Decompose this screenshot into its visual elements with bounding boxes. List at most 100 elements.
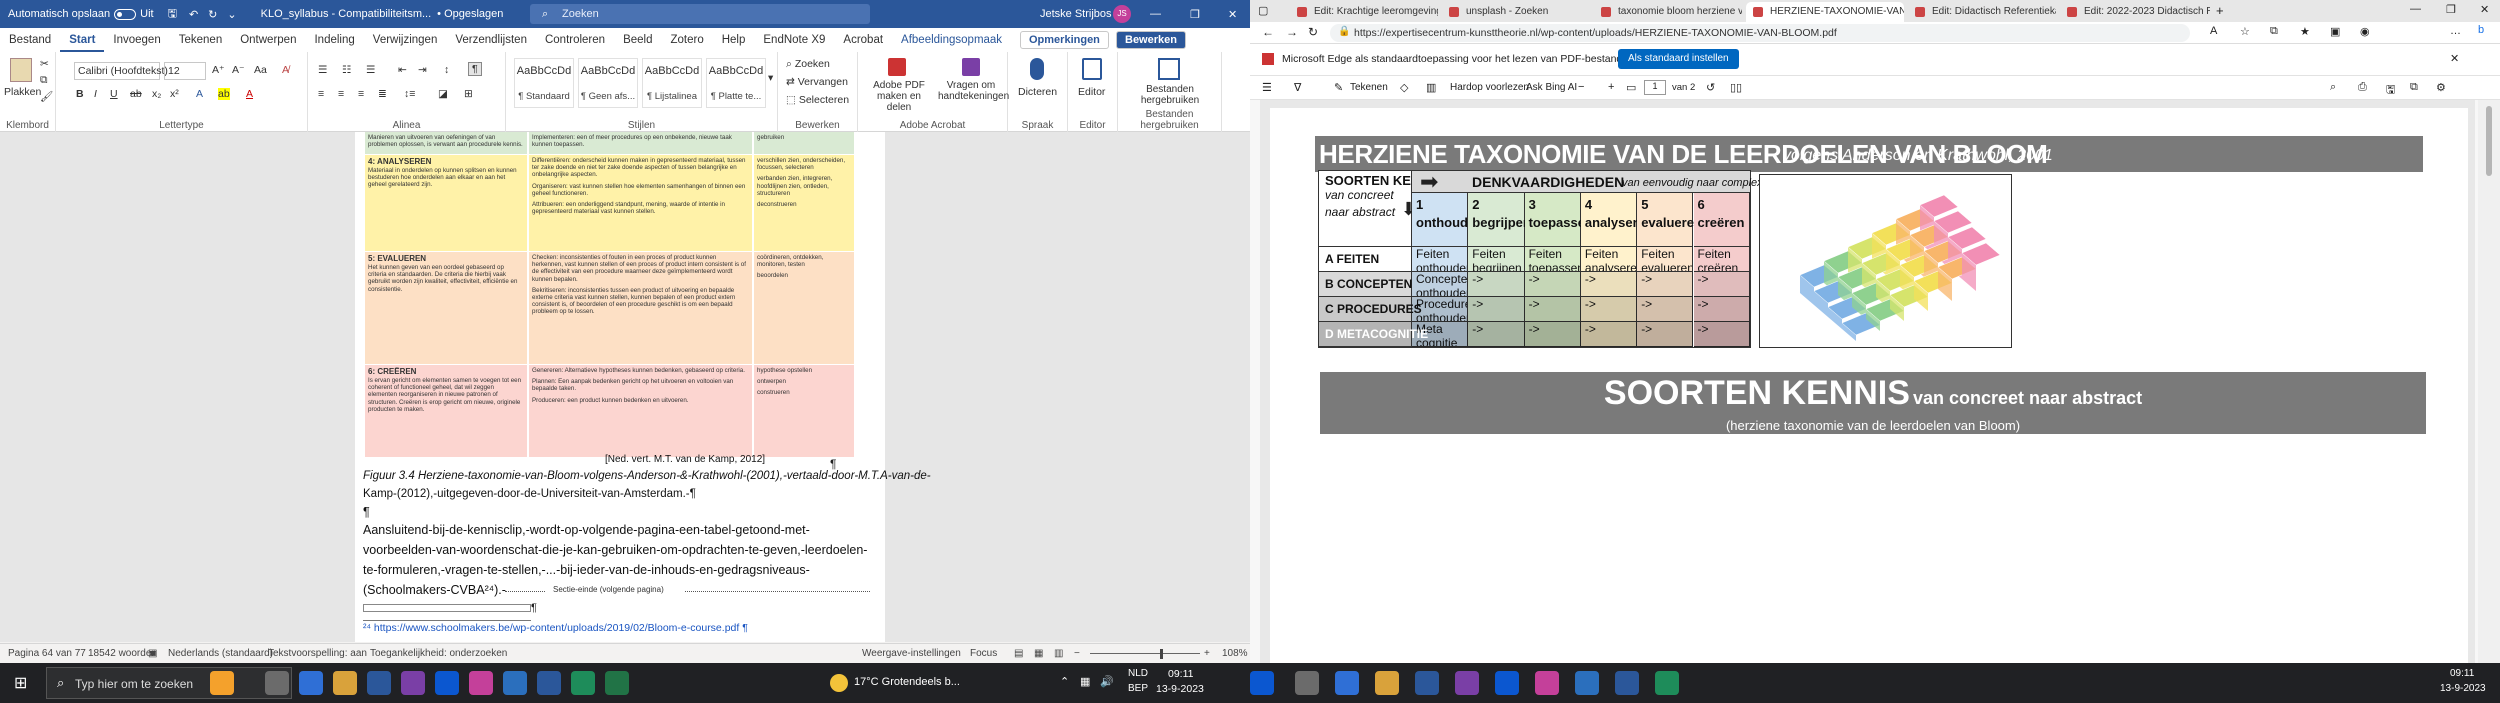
- zoom-in-icon[interactable]: +: [1608, 81, 1614, 93]
- clock-date-monitor2[interactable]: 13-9-2023: [2440, 683, 2486, 694]
- weather-icon[interactable]: [830, 674, 848, 692]
- display-settings[interactable]: Weergave-instellingen: [862, 648, 961, 659]
- customize-chevron-icon[interactable]: ⌄: [227, 8, 236, 21]
- pdf-viewer[interactable]: HERZIENE TAXONOMIE VAN DE LEERDOELEN VAN…: [1260, 100, 2475, 663]
- undo-icon[interactable]: ↶: [189, 8, 198, 21]
- replace-button[interactable]: ⇄ Vervangen: [786, 76, 848, 88]
- word-icon[interactable]: [537, 671, 561, 695]
- comments-button[interactable]: Opmerkingen: [1020, 31, 1109, 49]
- monitor2-start-icon[interactable]: [1250, 671, 1274, 695]
- search-input[interactable]: Zoeken: [530, 4, 870, 24]
- style-lijstalinea[interactable]: AaBbCcDd ¶ Lijstalinea: [642, 58, 702, 108]
- grow-font-icon[interactable]: A⁺: [212, 64, 225, 76]
- read-mode-icon[interactable]: ▤: [1014, 648, 1023, 659]
- app-icon[interactable]: [1535, 671, 1559, 695]
- strike-icon[interactable]: ab: [130, 88, 142, 100]
- autosave-toggle[interactable]: [114, 8, 137, 20]
- network-icon[interactable]: ▦: [1080, 675, 1090, 688]
- reuse-files-button[interactable]: Bestanden hergebruiken: [1130, 84, 1210, 106]
- file-explorer-icon[interactable]: [1375, 671, 1399, 695]
- word-icon[interactable]: [1615, 671, 1639, 695]
- collections-icon[interactable]: ▣: [2330, 25, 2340, 38]
- style-platte-tekst[interactable]: AaBbCcDd ¶ Platte te...: [706, 58, 766, 108]
- tab-invoegen[interactable]: Invoegen: [104, 28, 169, 52]
- tab-ontwerpen[interactable]: Ontwerpen: [231, 28, 305, 52]
- cut-icon[interactable]: ✂: [40, 58, 49, 70]
- read-aloud-icon[interactable]: A: [2210, 25, 2217, 37]
- tab-controleren[interactable]: Controleren: [536, 28, 614, 52]
- print-layout-icon[interactable]: ▦: [1034, 648, 1043, 659]
- search-icon[interactable]: ⌕: [2330, 81, 2336, 94]
- multilevel-icon[interactable]: ☰: [366, 64, 375, 76]
- page-count[interactable]: Pagina 64 van 77: [8, 648, 86, 659]
- banner-close-icon[interactable]: ✕: [2450, 52, 2459, 65]
- draw-icon[interactable]: ✎: [1334, 81, 1343, 94]
- zoom-thumb[interactable]: [1160, 649, 1163, 659]
- zoom-slider[interactable]: [1090, 653, 1200, 654]
- borders-icon[interactable]: ⊞: [464, 88, 473, 100]
- paste-button[interactable]: Plakken: [4, 86, 41, 98]
- select-button[interactable]: ⬚ Selecteren: [786, 94, 849, 106]
- browser-tab-5[interactable]: Edit: Didactisch Referentiekader: [1908, 2, 2056, 22]
- avatar[interactable]: JS: [1113, 5, 1131, 23]
- shrink-font-icon[interactable]: A⁻: [232, 64, 245, 76]
- minimize-icon[interactable]: —: [2410, 3, 2421, 15]
- clock-date[interactable]: 13-9-2023: [1156, 683, 1204, 695]
- paste-icon[interactable]: [10, 58, 32, 82]
- clock-time-monitor2[interactable]: 09:11: [2450, 668, 2474, 679]
- highlight-icon[interactable]: ∇: [1294, 81, 1301, 94]
- request-signatures-button[interactable]: Vragen om handtekeningen: [938, 80, 1009, 102]
- ask-ai-button[interactable]: Ask Bing AI: [1526, 82, 1577, 93]
- back-icon[interactable]: ←: [1262, 25, 1274, 39]
- tab-indeling[interactable]: Indeling: [305, 28, 363, 52]
- lock-icon[interactable]: 🔒: [1338, 26, 1350, 37]
- windows-start-icon[interactable]: ⊞: [14, 673, 27, 693]
- decrease-indent-icon[interactable]: ⇤: [398, 64, 407, 76]
- taskbar-search-input[interactable]: Typ hier om te zoeken: [75, 677, 193, 691]
- language-status[interactable]: Nederlands (standaard): [168, 648, 273, 659]
- tab-afbeeldingsopmaak[interactable]: Afbeeldingsopmaak: [892, 28, 1011, 52]
- profile-icon[interactable]: ◉: [2360, 25, 2370, 38]
- zoom-out-icon[interactable]: −: [1074, 648, 1080, 659]
- format-painter-icon[interactable]: 🖌: [40, 90, 53, 103]
- weather-text[interactable]: 17°C Grotendeels b...: [854, 676, 960, 688]
- tab-help[interactable]: Help: [713, 28, 755, 52]
- onenote-icon[interactable]: [401, 671, 425, 695]
- style-standaard[interactable]: AaBbCcDd ¶ Standaard: [514, 58, 574, 108]
- numbering-icon[interactable]: ☷: [342, 64, 351, 76]
- footnote-link[interactable]: ²⁴ https://www.schoolmakers.be/wp-conten…: [363, 622, 748, 634]
- zoom-in-icon[interactable]: +: [1204, 648, 1210, 659]
- maximize-icon[interactable]: ❐: [1190, 8, 1200, 21]
- dictate-button[interactable]: Dicteren: [1018, 86, 1057, 98]
- document-page[interactable]: Manieren van uitvoeren van oefeningen of…: [355, 132, 931, 642]
- tab-endnote[interactable]: EndNote X9: [754, 28, 834, 52]
- scroll-thumb[interactable]: [2486, 106, 2492, 176]
- browser-tab-3[interactable]: taxonomie bloom herziene versi...: [1594, 2, 1742, 22]
- outlook-icon[interactable]: [435, 671, 459, 695]
- fit-page-icon[interactable]: ▭: [1626, 81, 1636, 94]
- app-icon[interactable]: [469, 671, 493, 695]
- url-input[interactable]: https://expertisecentrum-kunsttheorie.nl…: [1330, 24, 2190, 42]
- read-aloud-button[interactable]: Hardop voorlezen: [1450, 82, 1529, 93]
- justify-icon[interactable]: ≣: [378, 88, 387, 100]
- align-left-icon[interactable]: ≡: [318, 88, 324, 100]
- bing-icon[interactable]: b: [2478, 24, 2484, 36]
- sort-icon[interactable]: ↕: [444, 64, 449, 76]
- task-view-icon[interactable]: [265, 671, 289, 695]
- style-geen-afstand[interactable]: AaBbCcDd ¶ Geen afs...: [578, 58, 638, 108]
- bold-icon[interactable]: B: [76, 88, 84, 100]
- highlight-icon[interactable]: ab: [218, 88, 230, 100]
- save-as-icon[interactable]: ⧉: [2410, 81, 2418, 94]
- search-highlight-icon[interactable]: [210, 671, 234, 695]
- shading-icon[interactable]: ◪: [438, 88, 448, 100]
- superscript-icon[interactable]: x²: [170, 88, 179, 100]
- settings-icon[interactable]: ⚙: [2436, 81, 2446, 94]
- close-icon[interactable]: ✕: [2480, 3, 2489, 16]
- print-icon[interactable]: ⎙: [2358, 81, 2367, 94]
- edit-mode-button[interactable]: Bewerken: [1116, 31, 1186, 49]
- task-view-icon[interactable]: [1295, 671, 1319, 695]
- line-spacing-icon[interactable]: ↕≡: [404, 88, 415, 100]
- web-layout-icon[interactable]: ▥: [1054, 648, 1063, 659]
- show-marks-icon[interactable]: ¶: [468, 62, 482, 76]
- tab-actions-icon[interactable]: ▢: [1258, 4, 1268, 17]
